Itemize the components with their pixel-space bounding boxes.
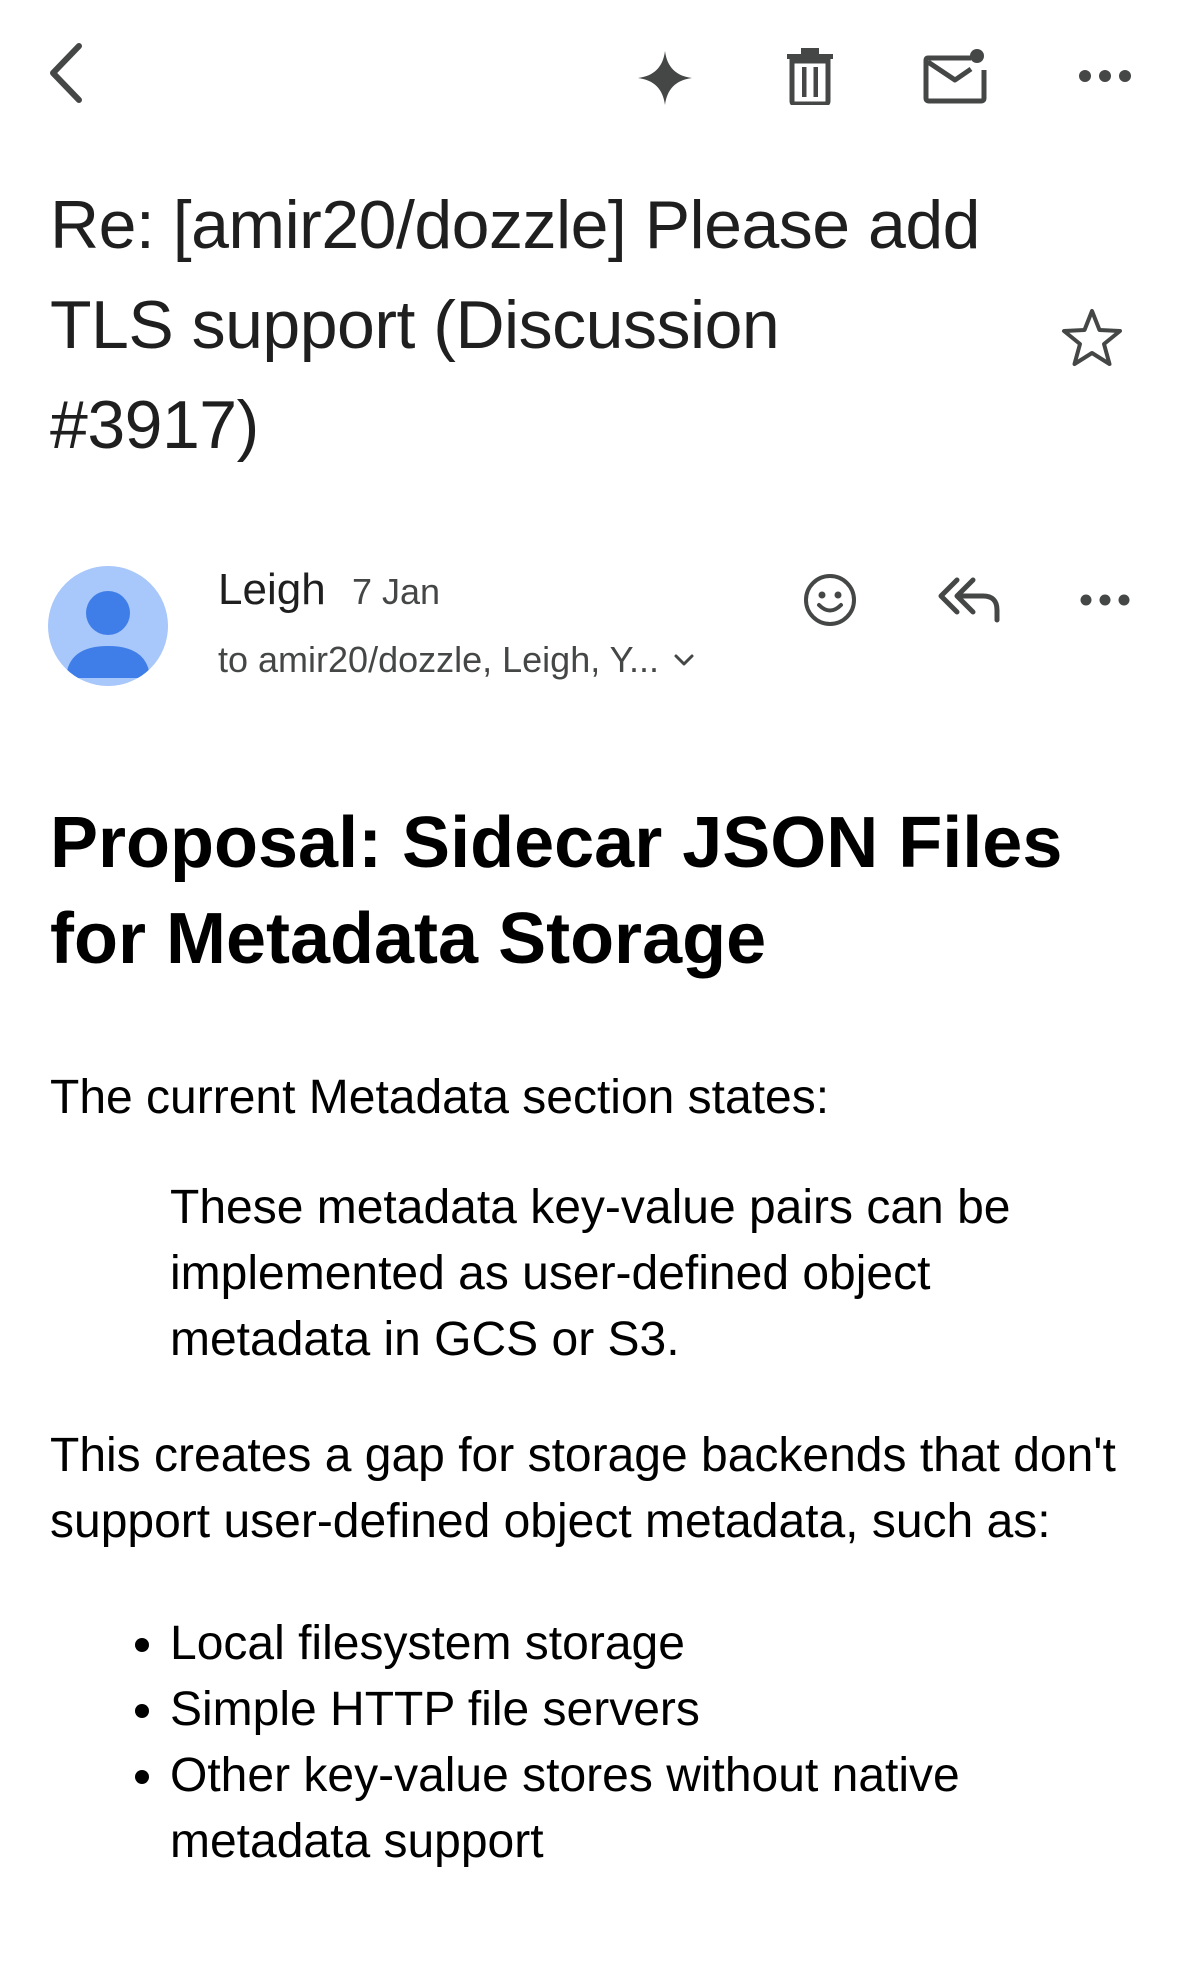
list-item: Simple HTTP file servers [170, 1677, 1140, 1743]
add-reaction-button[interactable] [790, 562, 870, 642]
gemini-summarize-button[interactable] [625, 40, 705, 120]
star-outline-icon [1061, 308, 1123, 373]
back-button[interactable] [30, 30, 100, 120]
chevron-left-icon [45, 40, 85, 111]
reply-all-icon [937, 574, 1003, 631]
quoted-text: These metadata key-value pairs can be im… [170, 1181, 1011, 1366]
person-icon [48, 591, 168, 686]
emoji-icon [802, 572, 858, 633]
subject-line-1: Re: [amir20/dozzle] Please add [50, 187, 980, 263]
sparkle-icon [636, 49, 694, 112]
intro-text: The current Metadata section states: [50, 1071, 830, 1124]
message-body: Proposal: Sidecar JSON Files for Metadat… [50, 795, 1140, 1875]
star-button[interactable] [1052, 300, 1132, 380]
sender-name[interactable]: Leigh [218, 562, 326, 618]
mark-unread-icon [923, 48, 987, 109]
delete-button[interactable] [770, 38, 850, 118]
sent-date: 7 Jan [352, 571, 441, 612]
subject-line-3: #3917) [50, 387, 259, 463]
subject-line-2: TLS support (Discussion [50, 287, 780, 363]
recipients-text: to amir20/dozzle, Leigh, Y... [218, 639, 659, 680]
trash-icon [785, 47, 835, 110]
gap-text: This creates a gap for storage backends … [50, 1429, 1116, 1548]
reply-all-button[interactable] [920, 562, 1020, 642]
list-item: Local filesystem storage [170, 1611, 1140, 1677]
body-heading: Proposal: Sidecar JSON Files for Metadat… [50, 803, 1063, 979]
mark-unread-button[interactable] [910, 38, 1000, 118]
email-subject: Re: [amir20/dozzle] Please add TLS suppo… [50, 175, 1040, 475]
list-item: Other key-value stores without native me… [170, 1743, 1140, 1875]
sender-avatar[interactable] [48, 566, 168, 686]
backend-list: Local filesystem storage Simple HTTP fil… [50, 1611, 1140, 1875]
message-more-button[interactable] [1060, 562, 1150, 642]
recipients-toggle[interactable]: to amir20/dozzle, Leigh, Y... [218, 636, 695, 684]
chevron-down-icon [673, 653, 695, 667]
more-options-button[interactable] [1060, 38, 1150, 118]
more-horizontal-icon [1080, 593, 1130, 611]
more-horizontal-icon [1079, 69, 1131, 88]
top-toolbar [0, 0, 1179, 150]
